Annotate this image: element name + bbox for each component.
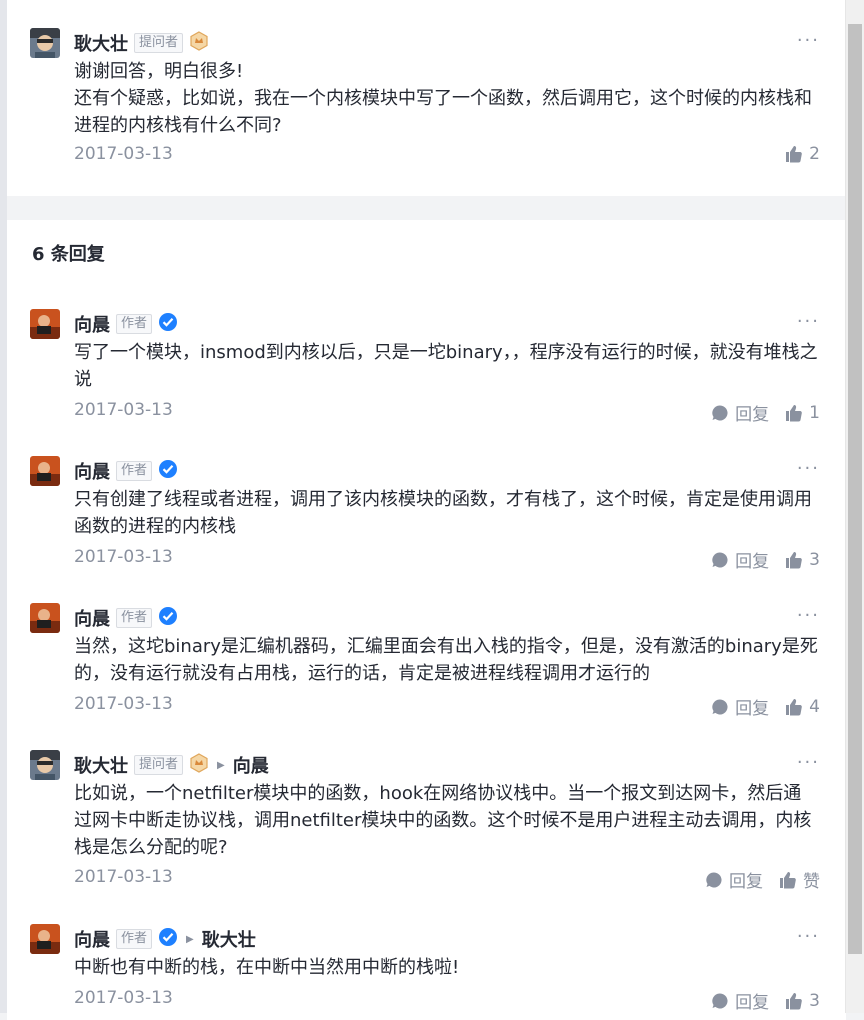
author-row: 向晨 作者 (74, 603, 178, 633)
author-name[interactable]: 向晨 (74, 926, 110, 952)
like-count: 2 (809, 144, 820, 164)
reply-button[interactable]: 回复 (711, 988, 769, 1013)
comment-bubble-icon (706, 871, 722, 887)
thumbs-up-icon (786, 992, 802, 1009)
comment-content: 写了一个模块，insmod到内核以后，只是一坨binary，，程序没有运行的时候… (74, 342, 818, 390)
like-label: 赞 (803, 872, 820, 892)
comment-actions: 回复 3 (711, 988, 820, 1013)
comment-content: 当然，这坨binary是汇编机器码，汇编里面会有出入栈的指令，但是，没有激活的b… (74, 636, 818, 684)
author-name[interactable]: 向晨 (74, 311, 110, 337)
comment-content: 谢谢回答，明白很多! 还有个疑惑，比如说，我在一个内核模块中写了一个函数，然后调… (74, 61, 812, 136)
comment-date: 2017-03-13 (74, 988, 173, 1008)
author-row: 向晨 作者 ▶ 耿大壮 (74, 924, 256, 954)
reply-label: 回复 (735, 699, 770, 719)
verified-icon (158, 459, 178, 483)
comment-bubble-icon (712, 404, 728, 420)
reply-to-name[interactable]: 耿大壮 (202, 926, 256, 952)
comment-actions: 回复 赞 (705, 867, 820, 892)
verified-icon (158, 927, 178, 951)
reply-button[interactable]: 回复 (711, 547, 769, 572)
more-options-icon[interactable]: ··· (797, 311, 820, 332)
reply-label: 回复 (735, 993, 770, 1013)
author-badge: 作者 (116, 608, 153, 628)
author-badge: 作者 (116, 461, 153, 481)
verified-icon (158, 606, 178, 630)
author-name[interactable]: 向晨 (74, 605, 110, 631)
comment-date: 2017-03-13 (74, 694, 173, 714)
reply-label: 回复 (735, 405, 770, 425)
like-count: 3 (809, 549, 820, 570)
thumbs-up-icon (786, 404, 802, 421)
avatar[interactable] (30, 456, 60, 486)
comment-content: 只有创建了线程或者进程，调用了该内核模块的函数，才有栈了，这个时候，肯定是使用调… (74, 489, 812, 537)
comment-actions: 回复 3 (711, 547, 820, 572)
author-name[interactable]: 耿大壮 (74, 752, 128, 778)
replies-count-header: 6 条回复 (32, 244, 105, 265)
verified-icon (158, 312, 178, 336)
comment-bubble-icon (712, 992, 728, 1008)
author-name[interactable]: 耿大壮 (74, 30, 128, 56)
scrollbar-thumb[interactable] (848, 24, 862, 954)
avatar[interactable] (30, 924, 60, 954)
reply-to-name[interactable]: 向晨 (233, 752, 269, 778)
reply-button[interactable]: 回复 (705, 867, 763, 892)
comment-date: 2017-03-13 (74, 547, 173, 567)
like-button[interactable]: 赞 (779, 867, 820, 892)
comment-content: 中断也有中断的栈，在中断中当然用中断的栈啦! (74, 957, 460, 978)
reply-to-arrow-icon: ▶ (186, 933, 194, 945)
comment-date: 2017-03-13 (74, 144, 173, 164)
thumbs-up-icon (780, 871, 796, 888)
avatar[interactable] (30, 750, 60, 780)
left-edge-strip (0, 0, 7, 1013)
like-button[interactable]: 2 (785, 144, 820, 164)
comment-content: 比如说，一个netfilter模块中的函数，hook在网络协议栈中。当一个报文到… (74, 783, 812, 858)
like-button[interactable]: 3 (785, 550, 820, 570)
comment-date: 2017-03-13 (74, 867, 173, 887)
reply-button[interactable]: 回复 (711, 694, 769, 719)
comment-date: 2017-03-13 (74, 400, 173, 420)
more-options-icon[interactable]: ··· (797, 30, 820, 51)
comment-actions: 2 (785, 144, 820, 164)
avatar[interactable] (30, 603, 60, 633)
author-row: 耿大壮 提问者 ▶ 向晨 (74, 750, 269, 780)
thumbs-up-icon (786, 698, 802, 715)
more-options-icon[interactable]: ··· (797, 458, 820, 479)
like-count: 1 (809, 402, 820, 423)
asker-badge: 提问者 (134, 33, 184, 53)
like-button[interactable]: 3 (785, 991, 820, 1011)
asker-badge: 提问者 (134, 755, 184, 775)
author-badge: 作者 (116, 314, 153, 334)
author-row: 向晨 作者 (74, 309, 178, 339)
level-medal-icon (189, 31, 209, 55)
reply-button[interactable]: 回复 (711, 400, 769, 425)
like-count: 3 (809, 990, 820, 1011)
thumbs-up-icon (786, 146, 802, 163)
thumbs-up-icon (786, 551, 802, 568)
level-medal-icon (189, 753, 209, 777)
like-button[interactable]: 4 (785, 697, 820, 717)
avatar[interactable] (30, 28, 60, 58)
like-button[interactable]: 1 (785, 403, 820, 423)
author-row: 耿大壮 提问者 (74, 28, 209, 58)
more-options-icon[interactable]: ··· (797, 605, 820, 626)
more-options-icon[interactable]: ··· (797, 926, 820, 947)
vertical-scrollbar[interactable] (845, 0, 864, 1013)
more-options-icon[interactable]: ··· (797, 752, 820, 773)
reply-label: 回复 (735, 552, 770, 572)
author-name[interactable]: 向晨 (74, 458, 110, 484)
author-badge: 作者 (116, 929, 153, 949)
like-count: 4 (809, 696, 820, 717)
comment-bubble-icon (712, 698, 728, 714)
comment-bubble-icon (712, 551, 728, 567)
comment-actions: 回复 1 (711, 400, 820, 425)
reply-label: 回复 (729, 872, 763, 892)
comment-actions: 回复 4 (711, 694, 820, 719)
reply-to-arrow-icon: ▶ (217, 759, 225, 771)
avatar[interactable] (30, 309, 60, 339)
author-row: 向晨 作者 (74, 456, 178, 486)
